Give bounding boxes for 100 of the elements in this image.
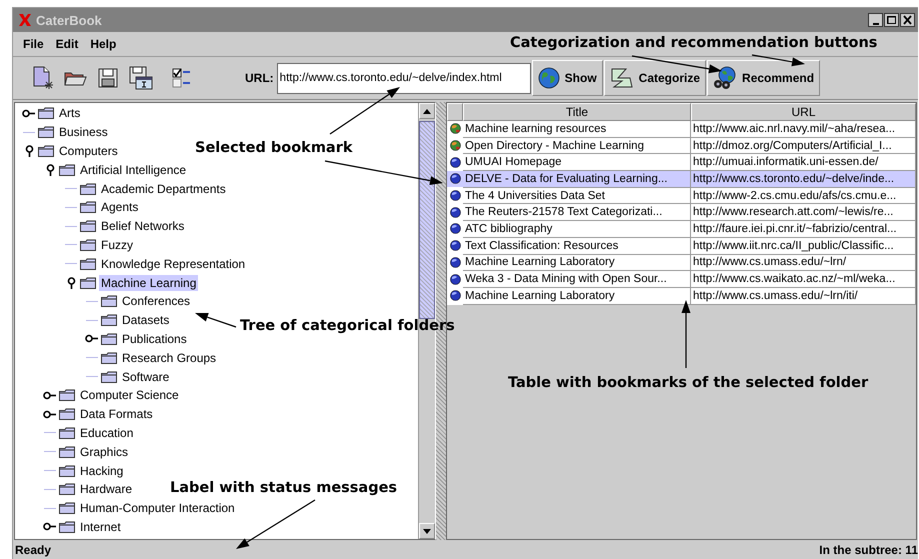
tree-item[interactable]: Computers <box>57 142 120 159</box>
globe-icon <box>450 140 460 152</box>
minimize-button[interactable] <box>868 13 883 27</box>
globe-icon <box>450 173 460 184</box>
column-header[interactable]: Title <box>463 103 691 121</box>
expand-handle-icon[interactable] <box>42 408 58 420</box>
globe-icon <box>538 67 560 89</box>
table-cell[interactable]: http://faure.iei.pi.cnr.it/~fabrizio/central... <box>691 221 916 238</box>
table-cell[interactable]: Weka 3 - Data Mining with Open Sour... <box>463 271 691 288</box>
table-cell[interactable]: http://dmoz.org/Computers/Artificial_I... <box>691 138 916 154</box>
globe-icon <box>450 123 460 134</box>
globe-icon <box>450 274 460 285</box>
table-cell[interactable]: DELVE - Data for Evaluating Learning... <box>463 171 691 188</box>
expand-handle-icon[interactable] <box>21 107 37 120</box>
tree-item[interactable]: Graphics <box>78 444 130 460</box>
table-cell[interactable]: The Reuters-21578 Text Categorizati... <box>463 204 691 222</box>
tree-item[interactable]: Computer Science <box>78 387 181 404</box>
tree-item[interactable]: Research Groups <box>120 350 218 366</box>
tree-item[interactable]: Machine Learning <box>99 274 198 291</box>
column-header[interactable] <box>447 103 463 121</box>
table-cell[interactable]: http://www.cs.umass.edu/~lrn/iti/ <box>691 288 916 305</box>
annotation-label: Table with bookmarks of the selected folder <box>508 374 868 392</box>
folder-icon <box>38 107 54 120</box>
folder-icon <box>59 389 75 402</box>
annotation-label: Selected bookmark <box>195 139 353 157</box>
table-cell[interactable]: Open Directory - Machine Learning <box>463 138 691 154</box>
menu-item[interactable]: Help <box>84 35 122 53</box>
scroll-up-button[interactable] <box>419 103 435 119</box>
table-cell[interactable]: Text Classification: Resources <box>463 238 691 254</box>
folder-icon <box>59 408 75 420</box>
menu-item[interactable]: File <box>17 35 50 53</box>
status-message: Ready <box>15 542 52 556</box>
tree-item[interactable]: Belief Networks <box>99 218 186 234</box>
tree-item[interactable]: Agents <box>99 199 140 216</box>
tree-item[interactable]: Fuzzy <box>99 236 136 253</box>
column-header[interactable]: URL <box>691 103 916 121</box>
folder-icon <box>59 446 75 458</box>
annotation-label: Tree of categorical folders <box>240 317 455 335</box>
folder-icon <box>101 332 117 345</box>
annotation-label: Label with status messages <box>170 479 398 497</box>
folder-icon <box>59 426 75 439</box>
url-field[interactable]: http://www.cs.toronto.edu/~delve/index.html <box>276 62 531 94</box>
table-cell[interactable]: http://www.cs.waikato.ac.nz/~ml/weka... <box>691 271 916 288</box>
expand-handle-icon[interactable] <box>42 389 58 402</box>
tree-item[interactable]: Knowledge Representation <box>99 256 248 272</box>
globe-icon <box>450 290 460 302</box>
tree-item[interactable]: Human-Computer Interaction <box>78 500 237 516</box>
categorize-button[interactable]: Categorize <box>604 60 706 96</box>
tree-item[interactable]: Conferences <box>120 293 192 310</box>
scroll-down-button[interactable] <box>419 523 435 539</box>
close-button[interactable] <box>900 13 915 27</box>
folder-icon <box>80 201 96 214</box>
annotation-arrow <box>752 54 805 66</box>
down-arrow-icon <box>423 528 431 534</box>
folder-icon <box>59 464 75 477</box>
folder-icon <box>59 520 75 533</box>
scroll-thumb[interactable] <box>419 121 435 319</box>
tree-item[interactable]: Internet <box>78 518 123 535</box>
annotation-arrow <box>195 312 236 328</box>
tree-item[interactable]: Hacking <box>78 462 126 479</box>
menu-item[interactable]: Edit <box>50 35 84 53</box>
annotation-arrow <box>682 300 690 368</box>
table-cell[interactable]: http://www.cs.toronto.edu/~delve/inde... <box>691 171 916 188</box>
globe-icon <box>450 223 460 234</box>
table-cell[interactable]: Machine learning resources <box>463 121 691 138</box>
table-cell[interactable]: Machine Learning Laboratory <box>463 288 691 305</box>
show-button[interactable]: Show <box>532 60 603 96</box>
table-cell[interactable]: UMUAI Homepage <box>463 154 691 172</box>
folder-icon <box>101 295 117 308</box>
table-cell[interactable]: http://www.iit.nrc.ca/II_public/Classific... <box>691 238 916 254</box>
recommend-button[interactable]: Recommend <box>707 60 820 96</box>
expand-handle-icon[interactable] <box>42 520 58 533</box>
tree-item[interactable]: Business <box>57 124 110 140</box>
tree-item[interactable]: Hardware <box>78 481 134 498</box>
table-cell[interactable]: http://www-2.cs.cmu.edu/afs/cs.cmu.e... <box>691 188 916 204</box>
tree-item[interactable]: Education <box>78 424 136 441</box>
expand-handle-icon[interactable] <box>84 332 100 345</box>
maximize-button[interactable] <box>884 13 899 27</box>
table-cell[interactable]: http://www.research.att.com/~lewis/re... <box>691 204 916 222</box>
annotation-arrow <box>330 87 400 134</box>
subtree-count: In the subtree: 11 <box>819 542 918 556</box>
tree-item[interactable]: Datasets <box>120 312 172 328</box>
tree-item[interactable]: Data Formats <box>78 406 155 422</box>
table-cell[interactable]: ATC bibliography <box>463 221 691 238</box>
binoculars-globe-icon <box>713 66 738 90</box>
table-cell[interactable]: The 4 Universities Data Set <box>463 188 691 204</box>
folder-icon <box>59 483 75 496</box>
globe-icon <box>450 156 460 168</box>
folder-icon <box>101 314 117 326</box>
tree-item[interactable]: Publications <box>120 330 189 347</box>
tree-item[interactable]: Software <box>120 368 172 385</box>
table-cell[interactable]: http://www.aic.nrl.navy.mil/~aha/resea... <box>691 121 916 138</box>
table-cell[interactable]: http://umuai.informatik.uni-essen.de/ <box>691 154 916 172</box>
folder-icon <box>80 276 96 289</box>
tree-item[interactable]: Academic Departments <box>99 180 228 197</box>
table-cell[interactable]: Machine Learning Laboratory <box>463 254 691 272</box>
tree-item[interactable]: Arts <box>57 105 82 122</box>
tree-item[interactable]: Artificial Intelligence <box>78 162 188 178</box>
folder-icon <box>80 182 96 195</box>
table-cell[interactable]: http://www.cs.umass.edu/~lrn/ <box>691 254 916 272</box>
